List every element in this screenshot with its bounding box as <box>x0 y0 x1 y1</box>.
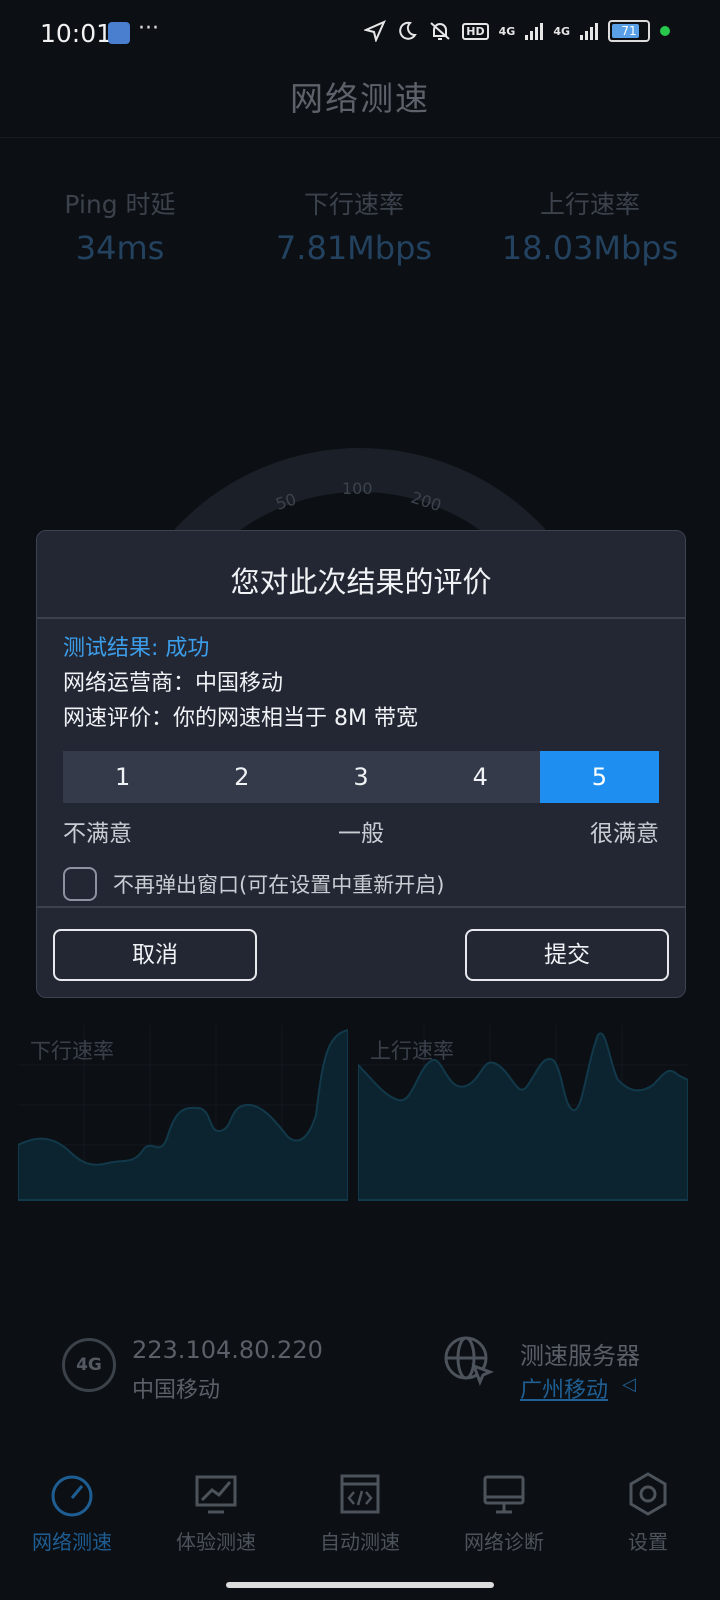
privacy-indicator-icon <box>660 26 670 36</box>
dont-show-again-checkbox[interactable] <box>63 867 97 901</box>
hd-icon: HD <box>462 22 489 40</box>
tab-diagnosis-label: 网络诊断 <box>464 1530 544 1554</box>
server-select-link[interactable]: 广州移动 <box>520 1372 608 1404</box>
upload-chart: 上行速率 <box>358 1025 688 1225</box>
tab-speed-test[interactable]: 网络测速 <box>0 1470 144 1570</box>
mute-bell-icon <box>430 22 450 40</box>
gauge-tick-100: 100 <box>342 479 373 498</box>
tab-experience-test[interactable]: 体验测速 <box>144 1470 288 1570</box>
dialog-divider-bottom <box>37 906 685 908</box>
carrier-name: 中国移动 <box>132 1378 221 1403</box>
home-indicator[interactable] <box>226 1582 494 1588</box>
stat-upload-label: 上行速率 <box>539 190 640 219</box>
operator-text: 网络运营商：中国移动 <box>63 671 284 696</box>
desktop-icon <box>483 1475 525 1514</box>
stat-upload: 上行速率 18.03Mbps <box>470 185 710 267</box>
network-type-1: 4G <box>498 24 516 38</box>
battery-level: 71 <box>621 24 637 38</box>
scale-mid-label: 一般 <box>338 821 384 847</box>
page-title: 网络测速 <box>290 79 430 118</box>
dont-show-again-label[interactable]: 不再弹出窗口(可在设置中重新开启) <box>113 869 444 899</box>
stat-download-value: 7.81Mbps <box>275 229 433 267</box>
app-notification-icon <box>108 22 130 44</box>
speedometer-icon <box>51 1475 93 1517</box>
server-label: 测速服务器 <box>520 1342 640 1370</box>
moon-icon <box>399 21 418 40</box>
globe-cursor-icon <box>444 1336 495 1387</box>
status-time: 10:01 <box>40 19 113 48</box>
stat-upload-value: 18.03Mbps <box>501 229 679 267</box>
rating-option-2[interactable]: 2 <box>182 751 301 803</box>
location-icon <box>364 20 387 42</box>
submit-button[interactable]: 提交 <box>465 929 669 981</box>
status-icons: HD 4G 4G 71 <box>364 20 670 42</box>
rating-option-3[interactable]: 3 <box>301 751 420 803</box>
dialog-title: 您对此次结果的评价 <box>230 565 492 599</box>
tab-speed-test-label: 网络测速 <box>32 1530 112 1554</box>
caret-left-icon[interactable]: ◁ <box>622 1374 636 1395</box>
more-notifications-icon: ··· <box>138 16 159 41</box>
download-chart: 下行速率 <box>18 1025 348 1225</box>
rating-selector: 1 2 3 4 5 <box>63 751 660 803</box>
rating-dialog: 您对此次结果的评价 测试结果: 成功 网络运营商：中国移动 网速评价：你的网速相… <box>36 530 686 998</box>
bottom-nav: 网络测速 体验测速 自动测速 网络诊断 设置 <box>0 1470 720 1570</box>
signal-icon-2 <box>580 22 598 40</box>
rating-option-5[interactable]: 5 <box>539 751 660 803</box>
dont-show-again-row[interactable]: 不再弹出窗口(可在设置中重新开启) <box>63 867 444 901</box>
tab-settings[interactable]: 设置 <box>576 1470 720 1570</box>
stat-download-label: 下行速率 <box>303 190 404 219</box>
ip-address: 223.104.80.220 <box>132 1336 323 1364</box>
settings-hex-icon <box>629 1472 667 1516</box>
dialog-result-info: 测试结果: 成功 网络运营商：中国移动 网速评价：你的网速相当于 8M 带宽 <box>63 631 663 736</box>
network-type-2: 4G <box>553 24 570 38</box>
tab-auto-test-label: 自动测速 <box>320 1530 400 1554</box>
signal-icon <box>525 22 544 40</box>
dialog-divider-top <box>37 617 685 619</box>
rating-option-1[interactable]: 1 <box>63 751 182 803</box>
stat-ping-label: Ping 时延 <box>64 190 176 219</box>
status-bar: 10:01 ··· HD 4G 4G 71 <box>0 0 720 70</box>
test-result-text: 测试结果: 成功 <box>63 636 210 661</box>
monitor-chart-icon <box>195 1475 237 1514</box>
code-window-icon <box>340 1474 380 1514</box>
tab-settings-label: 设置 <box>628 1530 668 1554</box>
stat-ping-value: 34ms <box>75 229 165 267</box>
battery-icon: 71 <box>608 20 650 42</box>
scale-high-label: 很满意 <box>590 821 659 847</box>
tab-auto-test[interactable]: 自动测速 <box>288 1470 432 1570</box>
tab-experience-test-label: 体验测速 <box>176 1530 256 1554</box>
upload-chart-label: 上行速率 <box>370 1039 454 1063</box>
cancel-button[interactable]: 取消 <box>53 929 257 981</box>
speed-evaluation-text: 网速评价：你的网速相当于 8M 带宽 <box>63 706 418 731</box>
stat-ping: Ping 时延 34ms <box>0 185 240 267</box>
header-divider <box>0 137 720 138</box>
stat-download: 下行速率 7.81Mbps <box>234 185 474 267</box>
download-chart-label: 下行速率 <box>30 1039 114 1063</box>
network-4g-icon: 4G <box>62 1338 116 1392</box>
tab-diagnosis[interactable]: 网络诊断 <box>432 1470 576 1570</box>
rating-option-4[interactable]: 4 <box>421 751 540 803</box>
